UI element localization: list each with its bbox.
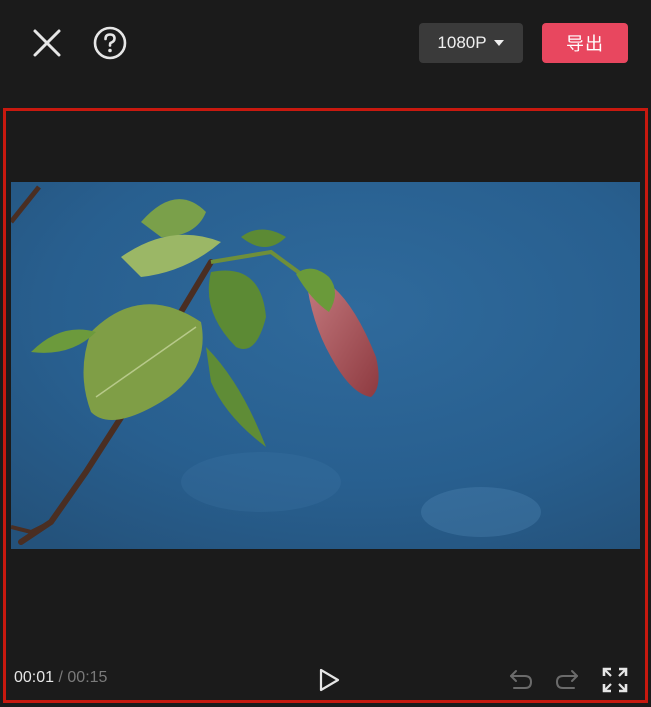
resolution-label: 1080P xyxy=(437,33,487,52)
close-button[interactable] xyxy=(28,24,66,62)
playback-controls: 00:01 / 00:15 xyxy=(6,663,645,697)
play-icon xyxy=(319,668,340,692)
help-icon xyxy=(93,26,127,60)
video-frame[interactable] xyxy=(11,182,640,549)
fullscreen-button[interactable] xyxy=(600,665,630,695)
export-label: 导出 xyxy=(566,34,604,54)
preview-frame: 00:01 / 00:15 xyxy=(3,108,648,703)
video-image xyxy=(11,182,640,549)
resolution-dropdown[interactable]: 1080P xyxy=(419,23,523,63)
redo-icon xyxy=(555,670,578,689)
time-display: 00:01 / 00:15 xyxy=(14,669,107,687)
play-button[interactable] xyxy=(314,665,344,695)
fullscreen-icon xyxy=(602,667,628,693)
help-button[interactable] xyxy=(91,24,129,62)
redo-button[interactable] xyxy=(552,665,582,695)
export-button[interactable]: 导出 xyxy=(542,23,628,63)
total-time: 00:15 xyxy=(67,669,108,686)
undo-button[interactable] xyxy=(506,665,536,695)
close-icon xyxy=(33,29,61,57)
current-time: 00:01 xyxy=(14,669,55,686)
time-separator: / xyxy=(58,669,63,686)
caret-down-icon xyxy=(493,40,504,46)
undo-icon xyxy=(510,670,533,689)
top-toolbar: 1080P 导出 xyxy=(0,0,651,90)
